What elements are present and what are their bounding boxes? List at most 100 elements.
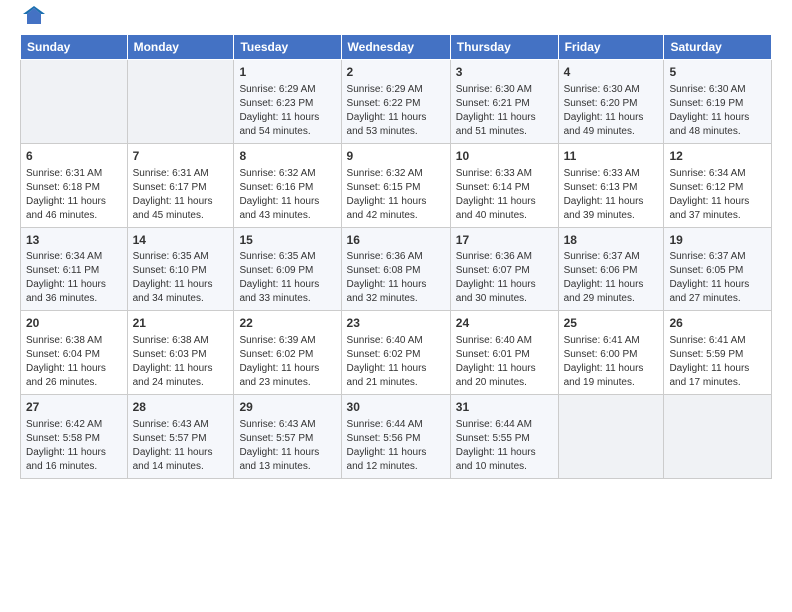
calendar-cell: 17Sunrise: 6:36 AMSunset: 6:07 PMDayligh…: [450, 227, 558, 311]
daylight-text: Daylight: 11 hours and 48 minutes.: [669, 111, 766, 139]
day-number: 24: [456, 315, 553, 332]
sunset-text: Sunset: 6:03 PM: [133, 348, 229, 362]
day-number: 27: [26, 399, 122, 416]
day-number: 17: [456, 232, 553, 249]
daylight-text: Daylight: 11 hours and 17 minutes.: [669, 362, 766, 390]
calendar-cell: 26Sunrise: 6:41 AMSunset: 5:59 PMDayligh…: [664, 311, 772, 395]
sunrise-text: Sunrise: 6:37 AM: [564, 250, 659, 264]
daylight-text: Daylight: 11 hours and 51 minutes.: [456, 111, 553, 139]
calendar-cell: 7Sunrise: 6:31 AMSunset: 6:17 PMDaylight…: [127, 143, 234, 227]
calendar-cell: [558, 395, 664, 479]
sunset-text: Sunset: 6:09 PM: [239, 264, 335, 278]
daylight-text: Daylight: 11 hours and 34 minutes.: [133, 278, 229, 306]
sunrise-text: Sunrise: 6:33 AM: [564, 167, 659, 181]
sunset-text: Sunset: 6:18 PM: [26, 181, 122, 195]
calendar-cell: 14Sunrise: 6:35 AMSunset: 6:10 PMDayligh…: [127, 227, 234, 311]
calendar-cell: 16Sunrise: 6:36 AMSunset: 6:08 PMDayligh…: [341, 227, 450, 311]
day-number: 16: [347, 232, 445, 249]
sunrise-text: Sunrise: 6:30 AM: [456, 83, 553, 97]
daylight-text: Daylight: 11 hours and 33 minutes.: [239, 278, 335, 306]
daylight-text: Daylight: 11 hours and 43 minutes.: [239, 195, 335, 223]
calendar-cell: 13Sunrise: 6:34 AMSunset: 6:11 PMDayligh…: [21, 227, 128, 311]
calendar-cell: 31Sunrise: 6:44 AMSunset: 5:55 PMDayligh…: [450, 395, 558, 479]
sunrise-text: Sunrise: 6:44 AM: [347, 418, 445, 432]
sunset-text: Sunset: 5:59 PM: [669, 348, 766, 362]
sunrise-text: Sunrise: 6:30 AM: [669, 83, 766, 97]
weekday-header: Saturday: [664, 35, 772, 60]
calendar-week-row: 13Sunrise: 6:34 AMSunset: 6:11 PMDayligh…: [21, 227, 772, 311]
calendar-cell: 23Sunrise: 6:40 AMSunset: 6:02 PMDayligh…: [341, 311, 450, 395]
day-number: 9: [347, 148, 445, 165]
sunset-text: Sunset: 6:23 PM: [239, 97, 335, 111]
calendar-cell: 18Sunrise: 6:37 AMSunset: 6:06 PMDayligh…: [558, 227, 664, 311]
sunrise-text: Sunrise: 6:38 AM: [133, 334, 229, 348]
calendar-cell: 28Sunrise: 6:43 AMSunset: 5:57 PMDayligh…: [127, 395, 234, 479]
sunset-text: Sunset: 6:16 PM: [239, 181, 335, 195]
sunset-text: Sunset: 6:17 PM: [133, 181, 229, 195]
sunset-text: Sunset: 6:07 PM: [456, 264, 553, 278]
calendar-cell: 12Sunrise: 6:34 AMSunset: 6:12 PMDayligh…: [664, 143, 772, 227]
day-number: 21: [133, 315, 229, 332]
logo: [20, 16, 45, 22]
sunset-text: Sunset: 6:00 PM: [564, 348, 659, 362]
daylight-text: Daylight: 11 hours and 19 minutes.: [564, 362, 659, 390]
sunrise-text: Sunrise: 6:30 AM: [564, 83, 659, 97]
day-number: 8: [239, 148, 335, 165]
calendar-week-row: 20Sunrise: 6:38 AMSunset: 6:04 PMDayligh…: [21, 311, 772, 395]
calendar-cell: [21, 60, 128, 144]
sunset-text: Sunset: 6:13 PM: [564, 181, 659, 195]
daylight-text: Daylight: 11 hours and 27 minutes.: [669, 278, 766, 306]
daylight-text: Daylight: 11 hours and 49 minutes.: [564, 111, 659, 139]
daylight-text: Daylight: 11 hours and 13 minutes.: [239, 446, 335, 474]
sunrise-text: Sunrise: 6:29 AM: [347, 83, 445, 97]
sunrise-text: Sunrise: 6:39 AM: [239, 334, 335, 348]
sunrise-text: Sunrise: 6:43 AM: [239, 418, 335, 432]
sunrise-text: Sunrise: 6:29 AM: [239, 83, 335, 97]
sunrise-text: Sunrise: 6:34 AM: [669, 167, 766, 181]
calendar-body: 1Sunrise: 6:29 AMSunset: 6:23 PMDaylight…: [21, 60, 772, 479]
sunset-text: Sunset: 5:57 PM: [239, 432, 335, 446]
day-number: 6: [26, 148, 122, 165]
daylight-text: Daylight: 11 hours and 10 minutes.: [456, 446, 553, 474]
day-number: 25: [564, 315, 659, 332]
sunset-text: Sunset: 6:05 PM: [669, 264, 766, 278]
calendar-cell: 29 Sunrise: 6:43 AMSunset: 5:57 PMDayligh…: [234, 395, 341, 479]
weekday-header: Wednesday: [341, 35, 450, 60]
daylight-text: Daylight: 11 hours and 54 minutes.: [239, 111, 335, 139]
sunrise-text: Sunrise: 6:44 AM: [456, 418, 553, 432]
calendar-cell: 2Sunrise: 6:29 AMSunset: 6:22 PMDaylight…: [341, 60, 450, 144]
sunrise-text: Sunrise: 6:36 AM: [347, 250, 445, 264]
calendar-cell: 21 Sunrise: 6:38 AMSunset: 6:03 PMDayligh…: [127, 311, 234, 395]
weekday-header: Sunday: [21, 35, 128, 60]
sunset-text: Sunset: 6:08 PM: [347, 264, 445, 278]
sunset-text: Sunset: 5:58 PM: [26, 432, 122, 446]
daylight-text: Daylight: 11 hours and 16 minutes.: [26, 446, 122, 474]
calendar-cell: 8Sunrise: 6:32 AMSunset: 6:16 PMDaylight…: [234, 143, 341, 227]
daylight-text: Daylight: 11 hours and 40 minutes.: [456, 195, 553, 223]
calendar-header-row: SundayMondayTuesdayWednesdayThursdayFrid…: [21, 35, 772, 60]
calendar-week-row: 1Sunrise: 6:29 AMSunset: 6:23 PMDaylight…: [21, 60, 772, 144]
day-number: 12: [669, 148, 766, 165]
day-number: 11: [564, 148, 659, 165]
sunrise-text: Sunrise: 6:31 AM: [26, 167, 122, 181]
day-number: 20: [26, 315, 122, 332]
day-number: 22: [239, 315, 335, 332]
sunrise-text: Sunrise: 6:40 AM: [347, 334, 445, 348]
sunrise-text: Sunrise: 6:42 AM: [26, 418, 122, 432]
weekday-header: Thursday: [450, 35, 558, 60]
sunset-text: Sunset: 6:15 PM: [347, 181, 445, 195]
calendar-cell: 1Sunrise: 6:29 AMSunset: 6:23 PMDaylight…: [234, 60, 341, 144]
daylight-text: Daylight: 11 hours and 24 minutes.: [133, 362, 229, 390]
day-number: 4: [564, 64, 659, 81]
sunrise-text: Sunrise: 6:40 AM: [456, 334, 553, 348]
sunset-text: Sunset: 6:02 PM: [239, 348, 335, 362]
calendar-cell: 4Sunrise: 6:30 AMSunset: 6:20 PMDaylight…: [558, 60, 664, 144]
day-number: 29: [239, 399, 335, 416]
day-number: 31: [456, 399, 553, 416]
day-number: 10: [456, 148, 553, 165]
sunrise-text: Sunrise: 6:41 AM: [564, 334, 659, 348]
daylight-text: Daylight: 11 hours and 26 minutes.: [26, 362, 122, 390]
header: [20, 16, 772, 22]
sunset-text: Sunset: 6:01 PM: [456, 348, 553, 362]
sunrise-text: Sunrise: 6:43 AM: [133, 418, 229, 432]
